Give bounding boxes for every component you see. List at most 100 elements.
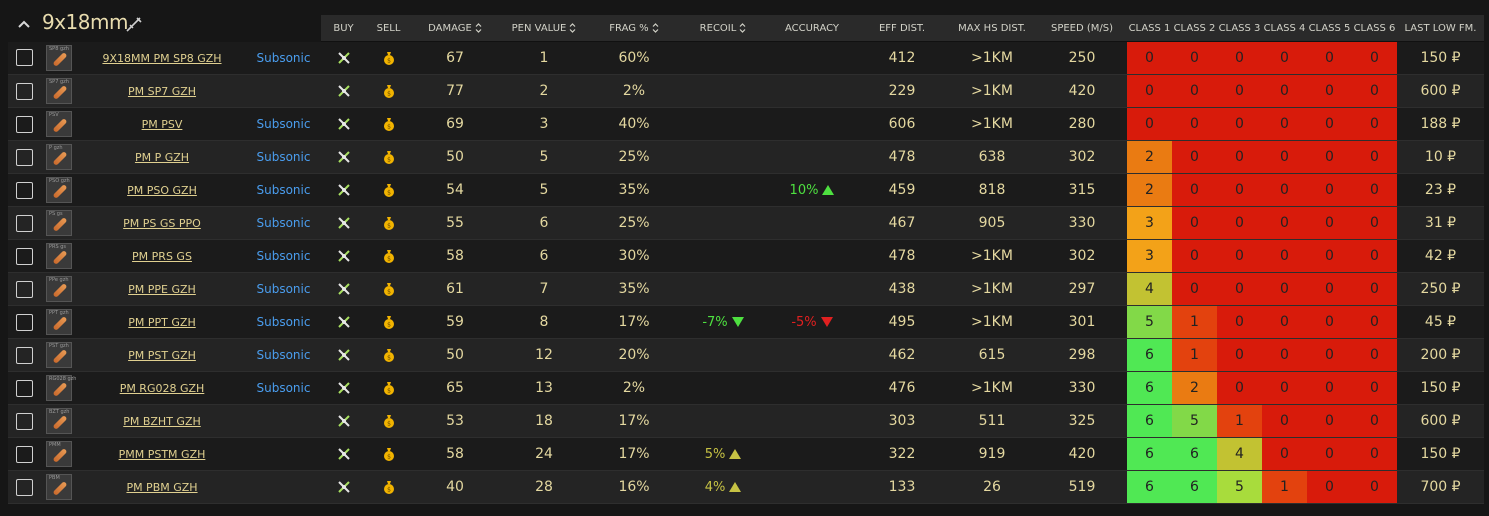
barter-icon[interactable] <box>336 182 352 198</box>
row-checkbox[interactable] <box>15 346 33 364</box>
speed-value: 301 <box>1037 305 1127 339</box>
buy-cell <box>321 272 366 306</box>
ammo-name-link[interactable]: PM PPT GZH <box>128 316 195 329</box>
class-4-value: 0 <box>1262 140 1307 174</box>
svg-text:$: $ <box>387 91 391 98</box>
money-bag-icon[interactable]: $ <box>381 479 397 495</box>
table-row: PRS gs PM PRS GS Subsonic $ 58 6 30% 478… <box>8 239 1484 273</box>
row-select-cell <box>8 107 40 141</box>
money-bag-icon[interactable]: $ <box>381 182 397 198</box>
sort-icon[interactable] <box>739 22 746 34</box>
row-checkbox[interactable] <box>15 148 33 166</box>
barter-icon[interactable] <box>336 116 352 132</box>
header-thumb <box>40 15 78 42</box>
barter-icon[interactable] <box>336 413 352 429</box>
ammo-name-link[interactable]: PM PSO GZH <box>127 184 197 197</box>
barter-icon[interactable] <box>336 347 352 363</box>
row-checkbox[interactable] <box>15 445 33 463</box>
barter-icon[interactable] <box>336 248 352 264</box>
row-checkbox[interactable] <box>15 247 33 265</box>
money-bag-icon[interactable]: $ <box>381 116 397 132</box>
money-bag-icon[interactable]: $ <box>381 347 397 363</box>
row-checkbox[interactable] <box>15 49 33 67</box>
sort-icon[interactable] <box>652 22 659 34</box>
accuracy-cell <box>767 206 857 240</box>
money-bag-icon[interactable]: $ <box>381 380 397 396</box>
barter-icon[interactable] <box>336 479 352 495</box>
ammo-name-link[interactable]: PM PPE GZH <box>128 283 196 296</box>
sort-icon[interactable] <box>569 22 576 34</box>
ammo-name-cell: PM PRS GS <box>78 239 246 273</box>
barter-icon[interactable] <box>336 215 352 231</box>
eff-dist-value: 495 <box>857 305 947 339</box>
ammo-thumb-cell: PS gs <box>40 206 78 240</box>
column-recoil[interactable]: RECOIL <box>679 15 767 42</box>
ammo-name-cell: PMM PSTM GZH <box>78 437 246 471</box>
row-checkbox[interactable] <box>15 181 33 199</box>
svg-text:$: $ <box>387 388 391 395</box>
ammo-name-link[interactable]: PM PBM GZH <box>126 481 197 494</box>
ammo-name-link[interactable]: PMM PSTM GZH <box>119 448 206 461</box>
ammo-name-link[interactable]: PM PSV <box>142 118 183 131</box>
money-bag-icon[interactable]: $ <box>381 281 397 297</box>
class-4-value: 0 <box>1262 206 1307 240</box>
buy-cell <box>321 173 366 207</box>
barter-icon[interactable] <box>336 149 352 165</box>
barter-icon[interactable] <box>336 50 352 66</box>
accuracy-arrow-icon <box>822 185 835 195</box>
ammo-name-link[interactable]: PM P GZH <box>135 151 189 164</box>
subsonic-tag: Subsonic <box>256 216 311 230</box>
row-checkbox[interactable] <box>15 280 33 298</box>
money-bag-icon[interactable]: $ <box>381 314 397 330</box>
buy-cell <box>321 338 366 372</box>
row-select-cell <box>8 173 40 207</box>
row-checkbox[interactable] <box>15 478 33 496</box>
money-bag-icon[interactable]: $ <box>381 248 397 264</box>
row-checkbox[interactable] <box>15 313 33 331</box>
damage-value: 53 <box>411 404 499 438</box>
buy-cell <box>321 107 366 141</box>
ammo-thumb-label: SP7 gzh <box>49 79 69 85</box>
barter-icon[interactable] <box>336 281 352 297</box>
speed-value: 315 <box>1037 173 1127 207</box>
money-bag-icon[interactable]: $ <box>381 149 397 165</box>
accuracy-value: -5% <box>791 315 817 330</box>
ammo-thumb-label: PSV <box>49 112 59 118</box>
row-checkbox[interactable] <box>15 115 33 133</box>
ammo-name-link[interactable]: PM RG028 GZH <box>120 382 205 395</box>
ammo-thumb-cell: PBM <box>40 470 78 504</box>
ammo-name-link[interactable]: 9X18MM PM SP8 GZH <box>102 52 221 65</box>
column-pen-value-label: PEN VALUE <box>511 23 567 34</box>
money-bag-icon[interactable]: $ <box>381 215 397 231</box>
row-checkbox[interactable] <box>15 214 33 232</box>
accuracy-cell <box>767 470 857 504</box>
barter-icon[interactable] <box>336 83 352 99</box>
row-checkbox[interactable] <box>15 82 33 100</box>
ammo-name-link[interactable]: PM PST GZH <box>128 349 196 362</box>
recoil-cell <box>679 74 767 108</box>
buy-cell <box>321 404 366 438</box>
barter-icon[interactable] <box>336 446 352 462</box>
buy-cell <box>321 140 366 174</box>
row-checkbox[interactable] <box>15 412 33 430</box>
ammo-name-link[interactable]: PM PS GS PPO <box>123 217 201 230</box>
ammo-name-link[interactable]: PM SP7 GZH <box>128 85 196 98</box>
money-bag-icon[interactable]: $ <box>381 446 397 462</box>
class-2-value: 0 <box>1172 272 1217 306</box>
money-bag-icon[interactable]: $ <box>381 50 397 66</box>
column-damage[interactable]: DAMAGE <box>411 15 499 42</box>
money-bag-icon[interactable]: $ <box>381 413 397 429</box>
money-bag-icon[interactable]: $ <box>381 83 397 99</box>
column-frag[interactable]: FRAG % <box>589 15 679 42</box>
sort-icon[interactable] <box>475 22 482 34</box>
class-2-value: 0 <box>1172 239 1217 273</box>
buy-cell <box>321 74 366 108</box>
barter-icon[interactable] <box>336 380 352 396</box>
column-pen-value[interactable]: PEN VALUE <box>499 15 589 42</box>
recoil-cell <box>679 140 767 174</box>
ammo-name-link[interactable]: PM BZHT GZH <box>123 415 201 428</box>
row-checkbox[interactable] <box>15 379 33 397</box>
ammo-name-link[interactable]: PM PRS GS <box>132 250 192 263</box>
class-5-value: 0 <box>1307 140 1352 174</box>
barter-icon[interactable] <box>336 314 352 330</box>
